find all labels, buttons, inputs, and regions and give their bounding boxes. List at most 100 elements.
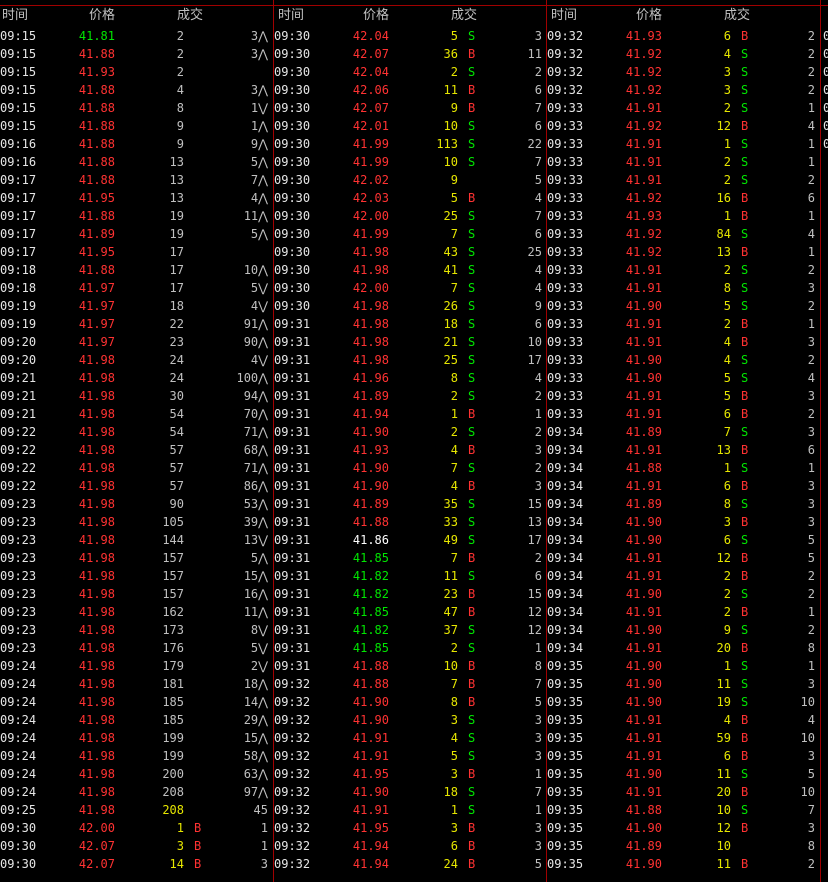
tick-row[interactable]: 09:22 41.98 57 68⋀ (0, 441, 273, 459)
tick-row[interactable]: 09:30 42.07 14 B 3 (0, 855, 273, 873)
tick-row[interactable]: 09:23 41.98 162 11⋀ (0, 603, 273, 621)
tick-row[interactable]: 09:17 41.95 17 (0, 243, 273, 261)
tick-row[interactable]: 09:30 42.07 36 B 11 (274, 45, 546, 63)
tick-row[interactable]: 09:31 41.90 2 S 2 (274, 423, 546, 441)
tick-row[interactable]: 09:30 42.04 2 S 2 (274, 63, 546, 81)
tick-row[interactable]: 09:31 41.85 47 B 12 (274, 603, 546, 621)
tick-row[interactable]: 09:23 41.98 90 53⋀ (0, 495, 273, 513)
tick-row[interactable]: 09:15 41.88 2 3⋀ (0, 45, 273, 63)
tick-row[interactable]: 09:32 41.92 3 S 2 (547, 63, 828, 81)
tick-row[interactable]: 09:31 41.94 1 B 1 (274, 405, 546, 423)
tick-row[interactable]: 09:17 41.88 13 7⋀ (0, 171, 273, 189)
tick-row[interactable]: 09:35 41.89 10 8 (547, 837, 828, 855)
tick-row[interactable]: 09:20 41.97 23 90⋀ (0, 333, 273, 351)
tick-row[interactable]: 09:30 42.03 5 B 4 (274, 189, 546, 207)
tick-row[interactable]: 09:34 41.91 20 B 8 (547, 639, 828, 657)
tick-row[interactable]: 09:15 41.93 2 (0, 63, 273, 81)
tick-row[interactable]: 09:35 41.90 11 S 5 (547, 765, 828, 783)
tick-row[interactable]: 09:34 41.90 9 S 2 (547, 621, 828, 639)
tick-row[interactable]: 09:31 41.86 49 S 17 (274, 531, 546, 549)
tick-row[interactable]: 09:34 41.91 13 B 6 (547, 441, 828, 459)
tick-row[interactable]: 09:34 41.91 2 B 1 (547, 603, 828, 621)
tick-row[interactable]: 09:24 41.98 199 15⋀ (0, 729, 273, 747)
tick-row[interactable]: 09:24 41.98 185 14⋀ (0, 693, 273, 711)
tick-row[interactable]: 09:31 41.82 37 S 12 (274, 621, 546, 639)
tick-row[interactable]: 09:35 41.90 11 S 3 (547, 675, 828, 693)
tick-row[interactable]: 09:35 41.90 11 B 2 (547, 855, 828, 873)
tick-row[interactable]: 09:33 41.91 2 S 1 (547, 99, 828, 117)
tick-row[interactable]: 09:17 41.95 13 4⋀ (0, 189, 273, 207)
tick-row[interactable]: 09:31 41.88 33 S 13 (274, 513, 546, 531)
tick-row[interactable]: 09:31 41.89 2 S 2 (274, 387, 546, 405)
tick-row[interactable]: 09:35 41.88 10 S 7 (547, 801, 828, 819)
tick-row[interactable]: 09:32 41.91 4 S 3 (274, 729, 546, 747)
tick-row[interactable]: 09:33 41.90 5 S 4 (547, 369, 828, 387)
tick-row[interactable]: 09:15 41.88 4 3⋀ (0, 81, 273, 99)
tick-row[interactable]: 09:18 41.97 17 5⋁ (0, 279, 273, 297)
tick-row[interactable]: 09:25 41.98 208 45 (0, 801, 273, 819)
tick-row[interactable]: 09:21 41.98 54 70⋀ (0, 405, 273, 423)
tick-row[interactable]: 09:18 41.88 17 10⋀ (0, 261, 273, 279)
tick-row[interactable]: 09:23 41.98 144 13⋁ (0, 531, 273, 549)
tick-row[interactable]: 09:34 41.90 6 S 5 (547, 531, 828, 549)
tick-row[interactable]: 09:34 41.88 1 S 1 (547, 459, 828, 477)
tick-row[interactable]: 09:24 41.98 200 63⋀ (0, 765, 273, 783)
tick-row[interactable]: 09:35 41.91 20 B 10 (547, 783, 828, 801)
tick-row[interactable]: 09:17 41.89 19 5⋀ (0, 225, 273, 243)
tick-row[interactable]: 09:31 41.98 25 S 17 (274, 351, 546, 369)
tick-row[interactable]: 09:22 41.98 57 71⋀ (0, 459, 273, 477)
tick-row[interactable]: 09:35 41.90 12 B 3 (547, 819, 828, 837)
tick-row[interactable]: 09:33 41.91 5 B 3 (547, 387, 828, 405)
tick-row[interactable]: 09:33 41.92 12 B 4 (547, 117, 828, 135)
tick-row[interactable]: 09:30 42.07 9 B 7 (274, 99, 546, 117)
tick-row[interactable]: 09:32 41.92 4 S 2 (547, 45, 828, 63)
tick-row[interactable]: 09:23 41.98 157 16⋀ (0, 585, 273, 603)
tick-row[interactable]: 09:30 42.02 9 5 (274, 171, 546, 189)
tick-row[interactable]: 09:33 41.92 16 B 6 (547, 189, 828, 207)
tick-row[interactable]: 09:33 41.91 2 S 2 (547, 261, 828, 279)
tick-row[interactable]: 09:33 41.91 6 B 2 (547, 405, 828, 423)
tick-row[interactable]: 09:16 41.88 9 9⋀ (0, 135, 273, 153)
tick-row[interactable]: 09:30 41.98 41 S 4 (274, 261, 546, 279)
tick-row[interactable]: 09:30 41.99 113 S 22 (274, 135, 546, 153)
tick-row[interactable]: 09:31 41.82 11 S 6 (274, 567, 546, 585)
tick-row[interactable]: 09:32 41.91 1 S 1 (274, 801, 546, 819)
tick-row[interactable]: 09:32 41.95 3 B 3 (274, 819, 546, 837)
tick-row[interactable]: 09:30 42.06 11 B 6 (274, 81, 546, 99)
tick-row[interactable]: 09:32 41.92 3 S 2 (547, 81, 828, 99)
tick-row[interactable]: 09:33 41.91 2 B 1 (547, 315, 828, 333)
tick-row[interactable]: 09:30 42.04 5 S 3 (274, 27, 546, 45)
tick-row[interactable]: 09:34 41.89 7 S 3 (547, 423, 828, 441)
tick-row[interactable]: 09:32 41.93 6 B 2 (547, 27, 828, 45)
tick-row[interactable]: 09:33 41.91 8 S 3 (547, 279, 828, 297)
tick-row[interactable]: 09:34 41.91 12 B 5 (547, 549, 828, 567)
tick-row[interactable]: 09:24 41.98 185 29⋀ (0, 711, 273, 729)
tick-row[interactable]: 09:33 41.92 13 B 1 (547, 243, 828, 261)
tick-row[interactable]: 09:32 41.94 6 B 3 (274, 837, 546, 855)
tick-row[interactable]: 09:33 41.91 2 S 2 (547, 171, 828, 189)
tick-row[interactable]: 09:20 41.98 24 4⋁ (0, 351, 273, 369)
tick-row[interactable]: 09:21 41.98 24 100⋀ (0, 369, 273, 387)
tick-row[interactable]: 09:24 41.98 208 97⋀ (0, 783, 273, 801)
tick-row[interactable]: 09:23 41.98 105 39⋀ (0, 513, 273, 531)
tick-list[interactable]: 09:15 41.81 2 3⋀ 09:15 41.88 2 3⋀ 09:15 41.93 2 09:… (0, 27, 273, 873)
tick-row[interactable]: 09:31 41.82 23 B 15 (274, 585, 546, 603)
tick-row[interactable]: 09:30 42.00 7 S 4 (274, 279, 546, 297)
tick-row[interactable]: 09:35 41.91 59 B 10 (547, 729, 828, 747)
tick-row[interactable]: 09:17 41.88 19 11⋀ (0, 207, 273, 225)
tick-row[interactable]: 09:32 41.90 8 B 5 (274, 693, 546, 711)
tick-row[interactable]: 09:32 41.90 18 S 7 (274, 783, 546, 801)
tick-list[interactable]: 09:30 42.04 5 S 3 09:30 42.07 36 B 11 09:30 42.04 2 S… (274, 27, 546, 873)
tick-row[interactable]: 09:31 41.85 7 B 2 (274, 549, 546, 567)
tick-row[interactable]: 09:30 42.00 25 S 7 (274, 207, 546, 225)
tick-row[interactable]: 09:15 41.88 8 1⋁ (0, 99, 273, 117)
tick-row[interactable]: 09:30 41.98 26 S 9 (274, 297, 546, 315)
tick-row[interactable]: 09:33 41.91 4 B 3 (547, 333, 828, 351)
tick-row[interactable]: 09:35 41.91 6 B 3 (547, 747, 828, 765)
tick-row[interactable]: 09:23 41.98 157 5⋀ (0, 549, 273, 567)
tick-row[interactable]: 09:19 41.97 22 91⋀ (0, 315, 273, 333)
tick-row[interactable]: 09:34 41.89 8 S 3 (547, 495, 828, 513)
tick-row[interactable]: 09:31 41.90 4 B 3 (274, 477, 546, 495)
tick-row[interactable]: 09:31 41.89 35 S 15 (274, 495, 546, 513)
tick-row[interactable]: 09:34 41.91 6 B 3 (547, 477, 828, 495)
